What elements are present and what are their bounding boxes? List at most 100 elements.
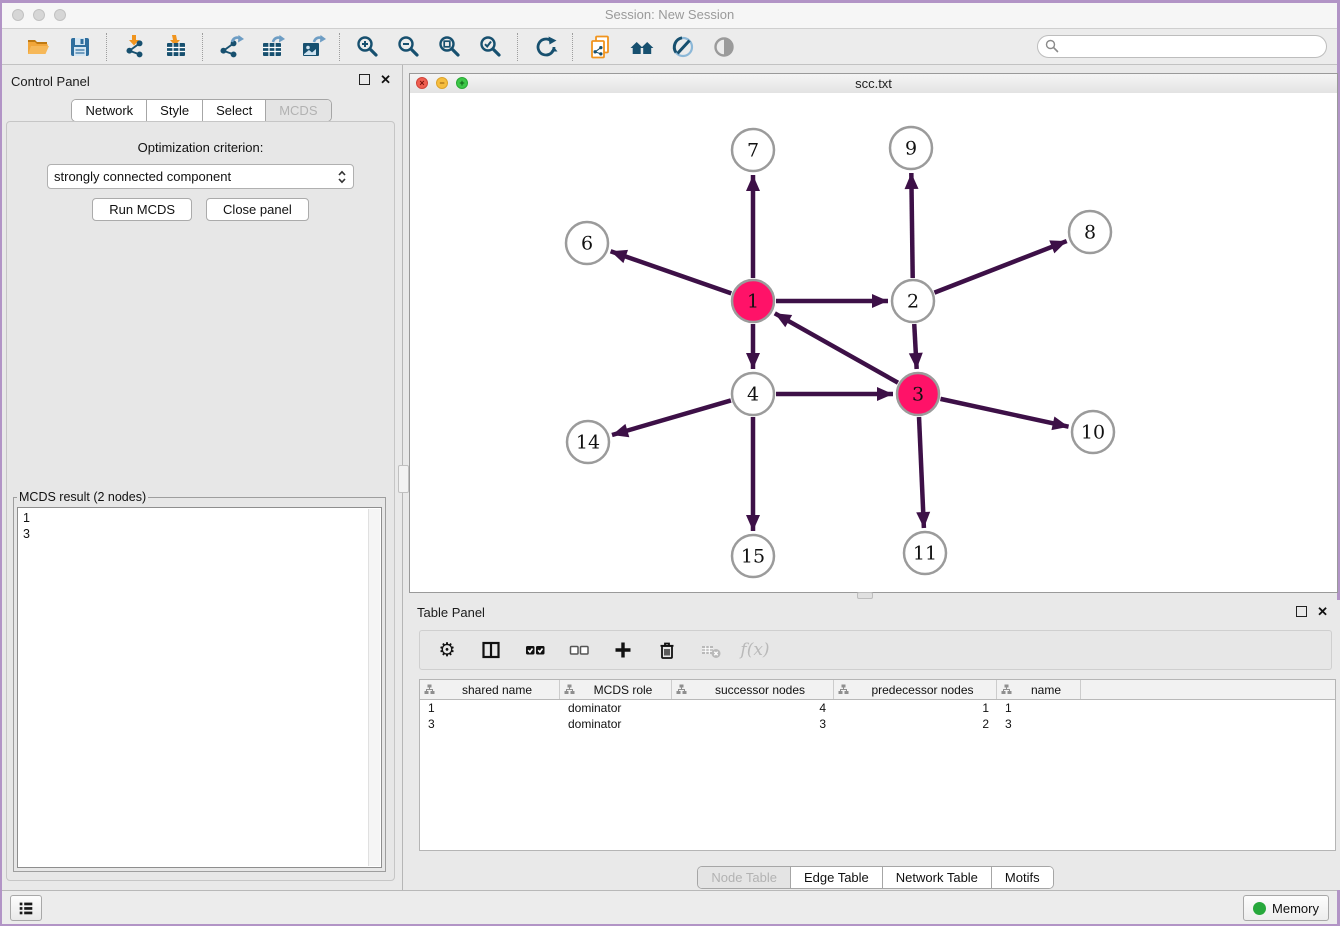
add-row-icon[interactable] (612, 639, 634, 661)
float-table-panel-icon[interactable] (1296, 606, 1307, 617)
refresh-icon[interactable] (532, 33, 559, 60)
export-image-icon[interactable] (299, 33, 326, 60)
export-network-icon[interactable] (217, 33, 244, 60)
import-table-icon[interactable] (162, 33, 189, 60)
memory-button[interactable]: Memory (1243, 895, 1329, 921)
close-table-panel-icon[interactable]: ✕ (1317, 607, 1328, 617)
zoom-fit-icon[interactable] (436, 33, 463, 60)
mcds-tab-content: Optimization criterion: strongly connect… (6, 121, 395, 881)
graph-node-1[interactable]: 1 (732, 280, 774, 322)
result-scrollbar[interactable] (368, 509, 380, 866)
column-header-shared-name[interactable]: shared name (420, 680, 560, 699)
graph-edge-2-3[interactable] (914, 324, 916, 369)
graph-edge-3-10[interactable] (940, 399, 1068, 427)
graph-node-6[interactable]: 6 (566, 222, 608, 264)
run-mcds-button[interactable]: Run MCDS (92, 198, 192, 221)
settings-icon[interactable]: ⚙ (436, 639, 458, 661)
birdseye-icon[interactable] (710, 33, 737, 60)
graph-edge-4-14[interactable] (612, 400, 731, 435)
table-row[interactable]: 1dominator411 (420, 700, 1335, 716)
clone-network-icon[interactable] (587, 33, 614, 60)
table-panel-title: Table Panel (417, 605, 485, 620)
panel-divider-handle[interactable] (398, 465, 409, 493)
graph-edge-2-9[interactable] (911, 173, 912, 278)
network-canvas[interactable]: 1 2 3 4 6 7 8 9 10 11 14 15 (410, 93, 1337, 592)
close-panel-button[interactable]: Close panel (206, 198, 309, 221)
search-input[interactable] (1037, 35, 1327, 58)
tab-motifs[interactable]: Motifs (992, 867, 1053, 888)
graph-node-8[interactable]: 8 (1069, 211, 1111, 253)
table-cell: 1 (420, 700, 560, 716)
graph-node-10[interactable]: 10 (1072, 411, 1114, 453)
clear-table-icon (700, 639, 722, 661)
tab-select[interactable]: Select (203, 100, 266, 121)
control-panel: Control Panel ✕ NetworkStyleSelectMCDS O… (2, 65, 401, 896)
graph-edge-3-1[interactable] (775, 313, 898, 382)
zoom-in-icon[interactable] (354, 33, 381, 60)
svg-text:9: 9 (905, 138, 917, 160)
result-line: 1 (23, 510, 376, 526)
graph-node-7[interactable]: 7 (732, 129, 774, 171)
optimization-criterion-dropdown[interactable]: strongly connected component (47, 164, 354, 189)
graph-edge-1-6[interactable] (611, 251, 732, 293)
svg-text:2: 2 (907, 291, 919, 313)
tab-network[interactable]: Network (72, 100, 147, 121)
graph-node-4[interactable]: 4 (732, 373, 774, 415)
graph-edge-2-8[interactable] (934, 241, 1066, 293)
network-window-title: scc.txt (410, 76, 1337, 91)
table-row[interactable]: 3dominator323 (420, 716, 1335, 732)
graph-edge-3-11[interactable] (919, 417, 924, 528)
tab-style[interactable]: Style (147, 100, 203, 121)
svg-text:8: 8 (1084, 222, 1096, 244)
mcds-result-group: MCDS result (2 nodes) 13 (13, 490, 386, 872)
column-header-MCDS-role[interactable]: MCDS role (560, 680, 672, 699)
column-header-successor-nodes[interactable]: successor nodes (672, 680, 834, 699)
mcds-result-title: MCDS result (2 nodes) (17, 490, 148, 504)
task-history-button[interactable] (10, 895, 42, 921)
table-panel: Table Panel ✕ ⚙f(x) shared nameMCDS role… (409, 600, 1340, 890)
graph-node-2[interactable]: 2 (892, 280, 934, 322)
graph-node-3[interactable]: 3 (897, 373, 939, 415)
select-all-checks-icon[interactable] (524, 639, 546, 661)
search-box (1037, 35, 1327, 58)
save-session-icon[interactable] (66, 33, 93, 60)
style-preview-icon[interactable] (669, 33, 696, 60)
float-panel-icon[interactable] (359, 74, 370, 85)
delete-row-icon[interactable] (656, 639, 678, 661)
tab-mcds[interactable]: MCDS (266, 100, 330, 121)
horizontal-splitter-handle[interactable] (857, 592, 873, 599)
network-window-titlebar: × − + scc.txt (410, 74, 1337, 94)
export-table-icon[interactable] (258, 33, 285, 60)
svg-text:1: 1 (747, 291, 759, 313)
open-session-icon[interactable] (25, 33, 52, 60)
title-bar: Session: New Session (2, 3, 1337, 29)
graph-node-14[interactable]: 14 (567, 421, 609, 463)
deselect-all-checks-icon[interactable] (568, 639, 590, 661)
control-panel-tabs: NetworkStyleSelectMCDS (2, 99, 401, 122)
memory-label: Memory (1272, 901, 1319, 916)
close-panel-icon[interactable]: ✕ (380, 75, 391, 85)
column-header-name[interactable]: name (997, 680, 1081, 699)
app-title: Session: New Session (2, 7, 1337, 22)
zoom-selected-icon[interactable] (477, 33, 504, 60)
svg-text:11: 11 (913, 543, 937, 565)
tab-edge-table[interactable]: Edge Table (791, 867, 883, 888)
table-cell: 1 (834, 700, 997, 716)
home-icon[interactable] (628, 33, 655, 60)
mcds-result-text[interactable]: 13 (17, 507, 382, 868)
graph-node-9[interactable]: 9 (890, 127, 932, 169)
table-cell: 4 (672, 700, 834, 716)
graph-node-11[interactable]: 11 (904, 532, 946, 574)
tab-network-table[interactable]: Network Table (883, 867, 992, 888)
column-header-predecessor-nodes[interactable]: predecessor nodes (834, 680, 997, 699)
list-icon (17, 899, 35, 917)
table-cell: 3 (420, 716, 560, 732)
zoom-out-icon[interactable] (395, 33, 422, 60)
table-cell: 3 (672, 716, 834, 732)
application-window: Session: New Session Control Panel ✕ Net… (2, 3, 1337, 924)
tab-node-table[interactable]: Node Table (698, 867, 791, 888)
import-network-icon[interactable] (121, 33, 148, 60)
show-columns-icon[interactable] (480, 639, 502, 661)
graph-node-15[interactable]: 15 (732, 535, 774, 577)
table-cell: 3 (997, 716, 1081, 732)
